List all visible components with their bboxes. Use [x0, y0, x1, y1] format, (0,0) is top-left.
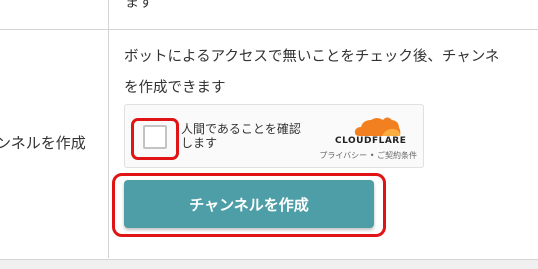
- previous-row-text: ます: [125, 0, 153, 11]
- terms-link[interactable]: ご契約条件: [377, 151, 417, 160]
- links-separator: •: [369, 151, 375, 160]
- row-label-create-channel: ンネルを作成: [0, 134, 86, 152]
- cloudflare-wordmark: CLOUDFLARE: [335, 136, 407, 146]
- description-line-1: ボットによるアクセスで無いことをチェック後、チャンネ: [124, 49, 500, 65]
- checkbox-highlight-annotation: [131, 118, 179, 160]
- table-column-divider: [108, 0, 109, 258]
- privacy-link[interactable]: プライバシー: [319, 151, 367, 160]
- cloudflare-cloud-icon: [354, 117, 401, 136]
- create-channel-description: ボットによるアクセスで無いことをチェック後、チャンネ を作成できます: [124, 42, 538, 104]
- human-verification-label: 人間であることを確認します: [181, 122, 301, 150]
- button-highlight-annotation: [112, 173, 386, 237]
- table-row-divider: [0, 29, 538, 30]
- cloudflare-links: プライバシー • ご契約条件: [319, 150, 417, 161]
- description-line-2: を作成できます: [124, 80, 226, 96]
